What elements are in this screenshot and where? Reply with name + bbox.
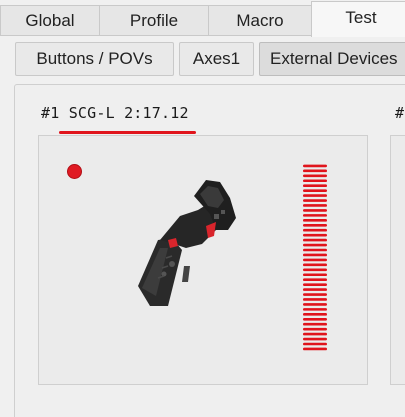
subtab-external-devices[interactable]: External Devices — [259, 42, 405, 76]
main-tab-strip: Global Profile Macro Test — [0, 0, 405, 37]
axis-segment — [303, 204, 327, 207]
axis-segment — [303, 332, 327, 336]
axis-segment — [303, 327, 327, 331]
device-title: #1 SCG-L 2:17.12 — [41, 104, 189, 122]
axis-segment — [303, 342, 327, 346]
axis-segment — [303, 317, 327, 321]
device-title-underline — [59, 131, 196, 134]
axis-segment — [303, 322, 327, 326]
device-view-next — [390, 135, 405, 385]
axis-segment — [303, 179, 327, 183]
axis-segment — [303, 347, 327, 351]
axis-segment — [303, 337, 327, 341]
axis-segment — [303, 293, 327, 296]
tab-global[interactable]: Global — [0, 5, 100, 36]
axis-segment — [303, 233, 327, 237]
axis-segment — [303, 303, 327, 306]
axis-segment — [303, 238, 327, 242]
tab-test[interactable]: Test — [311, 1, 405, 37]
axis-segment — [303, 253, 327, 257]
axis-segment — [303, 194, 327, 197]
axis-segment — [303, 243, 327, 247]
tab-macro[interactable]: Macro — [208, 5, 312, 36]
axis-segment — [303, 189, 327, 192]
axis-segment — [303, 288, 327, 291]
axis-value-bar — [302, 164, 328, 352]
axis-segment — [303, 313, 327, 316]
axis-segment — [303, 283, 327, 286]
axis-segment — [303, 228, 327, 232]
axis-segment — [303, 308, 327, 311]
axis-segment — [303, 263, 327, 267]
device-title-next: # — [395, 104, 405, 122]
axis-segment — [303, 278, 327, 281]
axis-segment — [303, 268, 327, 272]
axis-segment — [303, 169, 327, 173]
subtab-buttons-povs[interactable]: Buttons / POVs — [15, 42, 174, 76]
joystick-grip-icon — [128, 178, 248, 318]
axis-segment — [303, 219, 327, 222]
subtab-axes1[interactable]: Axes1 — [179, 42, 254, 76]
axis-segment — [303, 273, 327, 277]
axis-segment — [303, 214, 327, 217]
axis-segment — [303, 199, 327, 202]
axis-segment — [303, 298, 327, 301]
axis-segment — [303, 223, 327, 227]
tab-profile[interactable]: Profile — [99, 5, 209, 36]
test-page: Global Profile Macro Test Buttons / POVs… — [0, 0, 405, 417]
axis-segment — [303, 174, 327, 178]
axis-segment — [303, 258, 327, 262]
axis-segment — [303, 184, 327, 187]
axis-segment — [303, 209, 327, 212]
button-pressed-indicator — [67, 164, 82, 179]
axis-segment — [303, 248, 327, 252]
axis-segment — [303, 164, 327, 168]
